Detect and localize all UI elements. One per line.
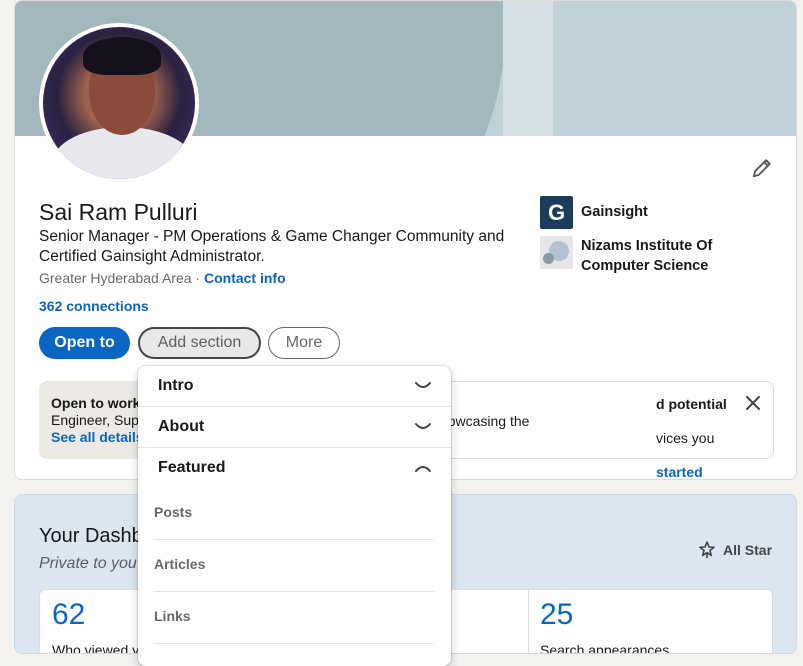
chevron-down-icon <box>415 423 431 429</box>
open-to-work-text: Engineer, Sup <box>51 412 139 428</box>
open-to-button[interactable]: Open to <box>39 327 130 359</box>
banner-band <box>503 1 553 136</box>
open-to-work-title: Open to work <box>51 395 141 411</box>
close-icon[interactable] <box>743 393 763 413</box>
menu-item-label: Posts <box>154 504 193 520</box>
connections-link[interactable]: 362 connections <box>39 298 149 314</box>
nizams-logo <box>540 236 573 269</box>
menu-item-links[interactable]: Links <box>154 592 434 644</box>
menu-section-label: About <box>158 418 205 435</box>
search-appearances-label: Search appearances <box>540 642 670 654</box>
profile-views-count[interactable]: 62 <box>52 598 85 632</box>
experience-label: Nizams Institute Of Computer Science <box>581 238 713 274</box>
profile-location: Greater Hyderabad Area <box>39 270 192 286</box>
profile-name: Sai Ram Pulluri <box>39 199 198 225</box>
profile-views-label: Who viewed y <box>52 642 140 654</box>
menu-item-articles[interactable]: Articles <box>154 540 434 592</box>
menu-item-label: Articles <box>154 556 206 572</box>
profile-avatar[interactable] <box>39 23 199 183</box>
avatar-shirt <box>53 127 193 179</box>
see-all-details-link[interactable]: See all details <box>51 429 144 445</box>
star-icon <box>699 541 715 558</box>
menu-section-label: Featured <box>158 459 226 476</box>
gainsight-logo: G <box>540 196 573 229</box>
add-section-menu: Intro About Featured Posts Articles Link… <box>138 366 451 666</box>
experience-item-nizams[interactable]: Nizams Institute Of Computer Science <box>540 236 731 276</box>
get-started-link[interactable]: started <box>656 464 703 479</box>
more-button[interactable]: More <box>268 327 340 359</box>
dashboard-title: Your Dashb <box>39 525 143 547</box>
add-section-button[interactable]: Add section <box>138 327 261 359</box>
contact-info-link[interactable]: Contact info <box>204 270 286 286</box>
menu-section-featured[interactable]: Featured <box>138 448 451 489</box>
stats-divider <box>528 590 529 653</box>
location-separator: · <box>195 270 201 286</box>
chevron-down-icon <box>415 382 431 388</box>
menu-section-label: Intro <box>158 377 194 394</box>
profile-headline: Senior Manager - PM Operations & Game Ch… <box>39 228 505 265</box>
menu-section-intro[interactable]: Intro <box>138 366 451 407</box>
menu-section-about[interactable]: About <box>138 407 451 448</box>
all-star-label: All Star <box>723 542 773 558</box>
dashboard-subtitle: Private to you <box>39 555 137 572</box>
experience-item-gainsight[interactable]: G Gainsight <box>540 196 731 229</box>
avatar-hair <box>83 37 161 75</box>
menu-item-label: Links <box>154 608 191 624</box>
experience-label: Gainsight <box>581 204 648 220</box>
search-appearances-count[interactable]: 25 <box>540 598 573 632</box>
menu-item-posts[interactable]: Posts <box>154 488 434 540</box>
profile-location-line: Greater Hyderabad Area · Contact info <box>39 270 286 286</box>
all-star-badge: All Star <box>699 541 772 559</box>
chevron-up-icon <box>415 466 431 472</box>
edit-pencil-icon[interactable] <box>751 157 773 179</box>
nizams-logo-dot <box>543 253 554 264</box>
